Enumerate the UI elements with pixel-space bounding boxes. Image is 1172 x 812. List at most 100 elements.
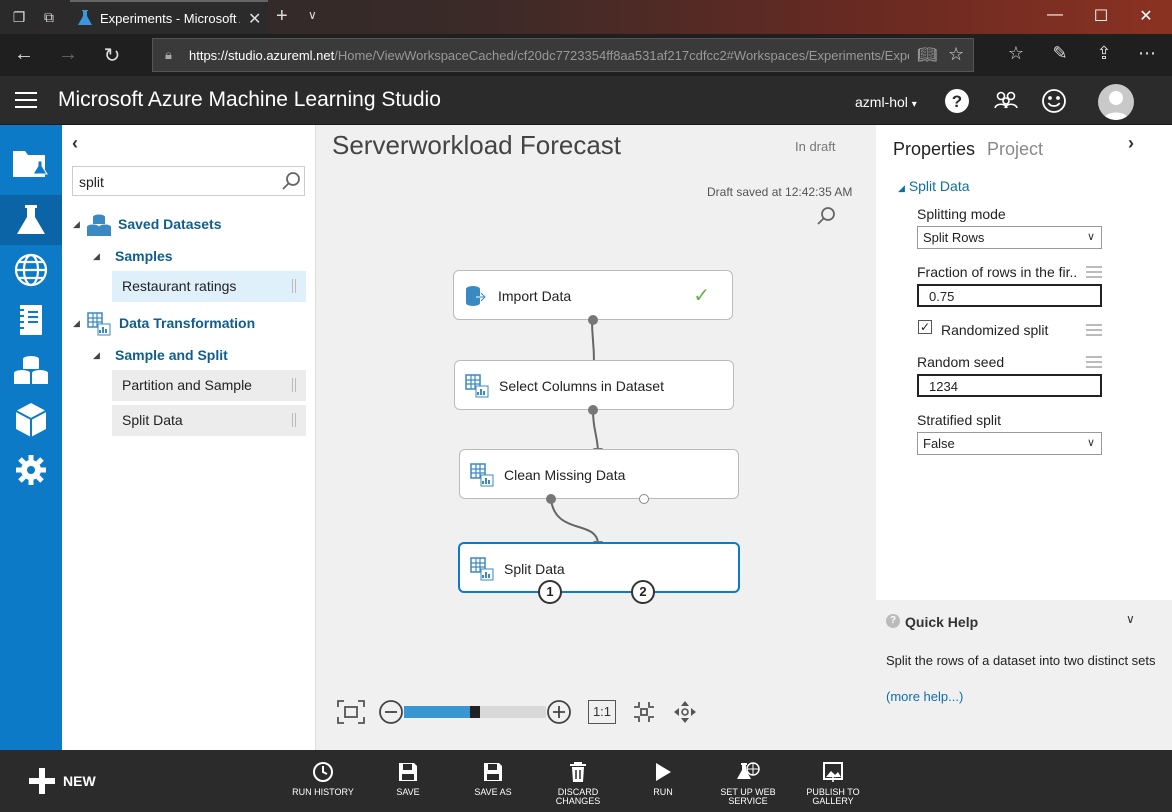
- back-icon[interactable]: ←: [12, 43, 36, 66]
- collapse-properties-icon[interactable]: ›: [1128, 133, 1134, 154]
- cmd-label: RUN: [653, 787, 673, 797]
- module-restaurant-ratings[interactable]: Restaurant ratings: [112, 271, 306, 302]
- parameter-menu-icon[interactable]: [1086, 356, 1102, 368]
- properties-section-header[interactable]: ◢ Split Data: [898, 178, 970, 194]
- forward-icon[interactable]: →: [56, 43, 80, 66]
- nav-experiments[interactable]: [0, 195, 62, 245]
- feedback-smiley-icon[interactable]: [1041, 88, 1067, 114]
- notebook-icon: [18, 305, 42, 335]
- zoom-slider-thumb[interactable]: [470, 706, 480, 718]
- nav-web-services[interactable]: [0, 245, 62, 295]
- parameter-menu-icon[interactable]: [1086, 266, 1102, 278]
- splitting-mode-select[interactable]: Split Rows ∨: [917, 226, 1102, 249]
- more-help-link[interactable]: (more help...): [886, 689, 963, 704]
- avatar[interactable]: [1098, 84, 1134, 120]
- output-port[interactable]: [588, 315, 598, 325]
- select-value: Split Rows: [923, 230, 985, 245]
- close-window-icon[interactable]: ✕: [1136, 6, 1156, 26]
- tab-project[interactable]: Project: [987, 139, 1043, 160]
- chevron-down-icon: ∨: [1086, 437, 1095, 449]
- plus-icon[interactable]: [28, 767, 56, 795]
- favorites-icon[interactable]: ☆: [1004, 43, 1028, 64]
- zoom-slider[interactable]: [404, 706, 546, 718]
- favorite-star-icon[interactable]: ☆: [948, 44, 964, 65]
- parameter-menu-icon[interactable]: [1086, 324, 1102, 336]
- collapse-palette-icon[interactable]: ‹: [72, 133, 78, 154]
- trash-icon: [570, 762, 586, 782]
- zoom-in-icon[interactable]: [546, 699, 572, 725]
- tree-data-transformation[interactable]: Data Transformation: [119, 315, 255, 331]
- drag-grip-icon[interactable]: [292, 279, 296, 293]
- node-split-data[interactable]: Split Data: [458, 542, 740, 593]
- reading-view-icon[interactable]: 📖︎: [917, 45, 937, 65]
- fraction-input[interactable]: 0.75: [917, 284, 1102, 307]
- node-clean-missing-data[interactable]: Clean Missing Data: [459, 449, 739, 499]
- save-as-disk-icon: [484, 763, 502, 781]
- url-field[interactable]: 🔒︎ https://studio.azureml.net/Home/ViewW…: [152, 38, 974, 72]
- expand-triangle-icon[interactable]: ◢: [73, 219, 80, 230]
- workspace-selector[interactable]: azml-hol ▾: [855, 94, 917, 110]
- zoom-out-icon[interactable]: [378, 699, 404, 725]
- node-import-data[interactable]: Import Data ✓: [453, 270, 733, 320]
- set-up-web-service-button[interactable]: SET UP WEB SERVICE: [708, 760, 788, 806]
- output-port-unconnected[interactable]: [639, 494, 649, 504]
- chevron-down-icon[interactable]: ∨: [1126, 612, 1135, 626]
- output-port-2[interactable]: 2: [631, 580, 655, 604]
- tree-sample-and-split[interactable]: Sample and Split: [115, 347, 228, 363]
- hamburger-menu-icon[interactable]: [15, 92, 37, 108]
- expand-triangle-icon[interactable]: ◢: [93, 350, 100, 361]
- output-port[interactable]: [546, 494, 556, 504]
- refresh-icon[interactable]: ↻: [100, 43, 124, 68]
- tab-list-chevron-icon[interactable]: ∨: [308, 8, 317, 22]
- save-button[interactable]: SAVE: [368, 760, 448, 797]
- nav-settings[interactable]: [0, 445, 62, 495]
- output-port-1[interactable]: 1: [538, 580, 562, 604]
- pan-move-icon[interactable]: [672, 699, 698, 725]
- minimize-icon[interactable]: —: [1045, 6, 1065, 24]
- save-as-button[interactable]: SAVE AS: [453, 760, 533, 797]
- help-icon[interactable]: ?: [944, 88, 970, 114]
- randomized-split-checkbox[interactable]: ✓: [918, 320, 932, 334]
- more-icon[interactable]: ⋯: [1135, 43, 1159, 64]
- expand-triangle-icon[interactable]: ◢: [73, 318, 80, 329]
- new-tab-icon[interactable]: +: [276, 5, 288, 28]
- zoom-to-fit-icon[interactable]: [631, 699, 657, 725]
- module-split-data[interactable]: Split Data: [112, 405, 306, 436]
- share-icon[interactable]: ⇪: [1092, 43, 1116, 64]
- publish-to-gallery-button[interactable]: PUBLISH TO GALLERY: [793, 760, 873, 806]
- drag-grip-icon[interactable]: [292, 413, 296, 427]
- tab-actions-icon[interactable]: ❐: [10, 8, 28, 26]
- run-button[interactable]: RUN: [623, 760, 703, 797]
- maximize-icon[interactable]: ☐: [1091, 6, 1111, 26]
- nav-datasets[interactable]: [0, 345, 62, 395]
- browser-tab[interactable]: Experiments - Microsoft Azure Machine Le…: [70, 0, 268, 34]
- actual-size-button[interactable]: 1:1: [588, 700, 616, 724]
- module-search-input[interactable]: split: [72, 166, 305, 196]
- output-port[interactable]: [588, 405, 598, 415]
- tab-close-icon[interactable]: ✕: [248, 9, 261, 29]
- module-partition-and-sample[interactable]: Partition and Sample: [112, 370, 306, 401]
- new-button[interactable]: NEW: [63, 773, 96, 789]
- drag-grip-icon[interactable]: [292, 378, 296, 392]
- select-value: False: [923, 436, 955, 451]
- expand-triangle-icon[interactable]: ◢: [93, 251, 100, 262]
- tree-samples[interactable]: Samples: [115, 248, 173, 264]
- tree-saved-datasets[interactable]: Saved Datasets: [118, 216, 222, 232]
- node-label: Import Data: [498, 288, 572, 304]
- stratified-split-select[interactable]: False ∨: [917, 432, 1102, 455]
- node-select-columns[interactable]: Select Columns in Dataset: [454, 360, 734, 410]
- fit-to-screen-icon[interactable]: [336, 699, 366, 725]
- nav-projects[interactable]: [0, 139, 62, 189]
- community-icon[interactable]: [993, 88, 1019, 114]
- tab-preview-icon[interactable]: ⧉: [40, 8, 58, 26]
- nav-notebooks[interactable]: [0, 295, 62, 345]
- notes-pen-icon[interactable]: ✎: [1048, 43, 1072, 64]
- nav-trained-models[interactable]: [0, 395, 62, 445]
- run-history-button[interactable]: RUN HISTORY: [283, 760, 363, 797]
- tab-properties[interactable]: Properties: [893, 139, 975, 160]
- discard-changes-button[interactable]: DISCARD CHANGES: [538, 760, 618, 806]
- search-icon[interactable]: [281, 171, 301, 191]
- random-seed-input[interactable]: 1234: [917, 374, 1102, 397]
- import-data-icon: [466, 286, 487, 306]
- app-title: Microsoft Azure Machine Learning Studio: [58, 88, 441, 111]
